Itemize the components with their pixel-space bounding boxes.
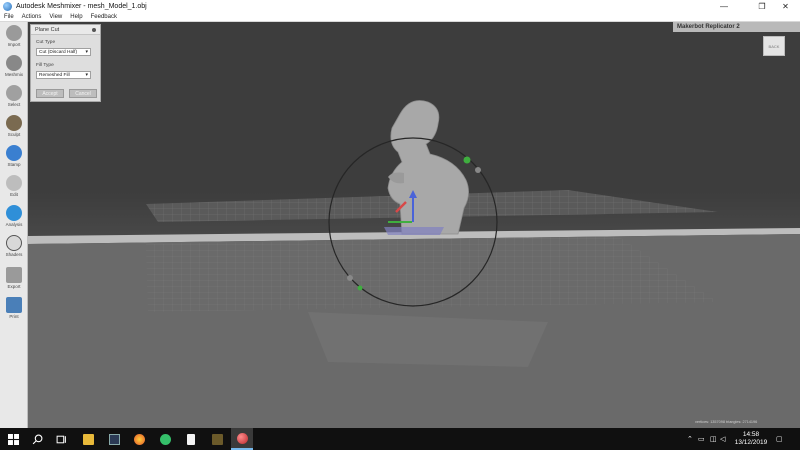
sculpt-icon [6,115,22,131]
taskbar-document[interactable] [180,428,202,450]
export-icon [6,267,22,283]
meshmixer-icon [236,432,248,444]
window-title: Autodesk Meshmixer - mesh_Model_1.obj [16,3,147,10]
fill-type-label: Fill Type [36,63,54,68]
menu-actions[interactable]: Actions [18,14,46,20]
taskbar-send-app[interactable] [154,428,176,450]
panel-header: Plane Cut [31,25,100,35]
import-icon [6,25,22,41]
clock-time: 14:58 [742,431,760,438]
menu-view[interactable]: View [45,14,66,20]
cut-type-label: Cut Type [36,40,56,45]
left-toolbar: Import Meshmix Select Sculpt Stamp Edit … [0,22,28,428]
tool-select[interactable]: Select [2,85,26,111]
clock-date: 13/12/2019 [734,439,768,446]
view-cube[interactable]: BACK [763,36,785,56]
panel-title: Plane Cut [35,26,60,33]
taskbar-file-explorer[interactable] [77,428,99,450]
accept-button[interactable]: Accept [36,89,64,98]
tool-print[interactable]: Print [2,297,26,323]
tool-label: Meshmix [4,72,23,77]
meshmix-icon [6,55,22,71]
windows-taskbar: ⌃ ▭ ◫ ◁ 14:58 13/12/2019 ▢ [0,428,800,450]
notifications-icon[interactable]: ▢ [776,428,783,450]
select-icon [6,85,22,101]
tool-label: Stamp [7,162,21,167]
menu-file[interactable]: File [0,14,18,20]
cut-type-value: Cut (Discard Half) [39,49,78,55]
network-icon[interactable]: ◫ [710,428,717,450]
tray-overflow-icon[interactable]: ⌃ [687,428,693,450]
tool-label: Edit [10,192,18,197]
analysis-icon [6,205,22,221]
send-icon [159,433,171,445]
tool-export[interactable]: Export [2,267,26,293]
fill-type-select[interactable]: Remeshed Fill ▾ [36,71,91,79]
viewport-scene [28,100,800,428]
tool-label: Export [7,284,21,289]
terminal-icon [108,433,120,445]
document-icon [187,433,195,445]
taskbar-firefox[interactable] [128,428,150,450]
tool-import[interactable]: Import [2,25,26,51]
tool-edit[interactable]: Edit [2,175,26,201]
edit-icon [6,175,22,191]
meshmixer-app-icon [3,2,12,11]
game-icon [211,433,223,445]
cancel-button[interactable]: Cancel [69,89,97,98]
printer-name[interactable]: Makerbot Replicator 2 [673,22,800,32]
shaders-icon [6,235,22,251]
fill-type-value: Remeshed Fill [39,72,70,78]
tool-meshmix[interactable]: Meshmix [2,55,26,81]
firefox-icon [133,433,145,445]
tool-label: Shaders [5,252,23,257]
minimize-button[interactable]: — [709,0,739,13]
task-view-button[interactable] [50,428,72,450]
chevron-down-icon: ▾ [85,49,88,55]
cut-type-select[interactable]: Cut (Discard Half) ▾ [36,48,91,56]
tool-label: Import [7,42,21,47]
mesh-stats: vertices: 1357098 triangles: 2714196 [695,420,758,424]
tool-label: Sculpt [7,132,21,137]
3d-viewport[interactable] [28,22,800,428]
taskbar-clock[interactable]: 14:58 13/12/2019 [730,431,772,447]
print-icon [6,297,22,313]
close-button[interactable]: ✕ [771,0,800,13]
chevron-down-icon: ▾ [85,72,88,78]
menu-bar: File Actions View Help Feedback [0,13,800,22]
battery-icon[interactable]: ▭ [698,428,705,450]
start-icon [7,433,19,445]
tool-sculpt[interactable]: Sculpt [2,115,26,141]
plane-cut-panel: Plane Cut Cut Type Cut (Discard Half) ▾ … [30,24,101,102]
volume-icon[interactable]: ◁ [720,428,725,450]
task-view-icon [56,435,66,443]
start-button[interactable] [2,428,24,450]
tool-analysis[interactable]: Analysis [2,205,26,231]
stamp-icon [6,145,22,161]
taskbar-terminal[interactable] [103,428,125,450]
search-button[interactable] [26,428,48,450]
search-icon [32,434,42,444]
taskbar-meshmixer[interactable] [231,428,253,450]
tool-shaders[interactable]: Shaders [2,235,26,261]
title-bar: Autodesk Meshmixer - mesh_Model_1.obj — … [0,0,800,13]
file-explorer-icon [82,433,94,445]
tool-label: Print [9,314,19,319]
tool-label: Analysis [5,222,23,227]
menu-help[interactable]: Help [66,14,86,20]
panel-close-icon[interactable] [92,28,96,32]
taskbar-game[interactable] [206,428,228,450]
menu-feedback[interactable]: Feedback [87,14,121,20]
tool-label: Select [7,102,21,107]
tool-stamp[interactable]: Stamp [2,145,26,171]
